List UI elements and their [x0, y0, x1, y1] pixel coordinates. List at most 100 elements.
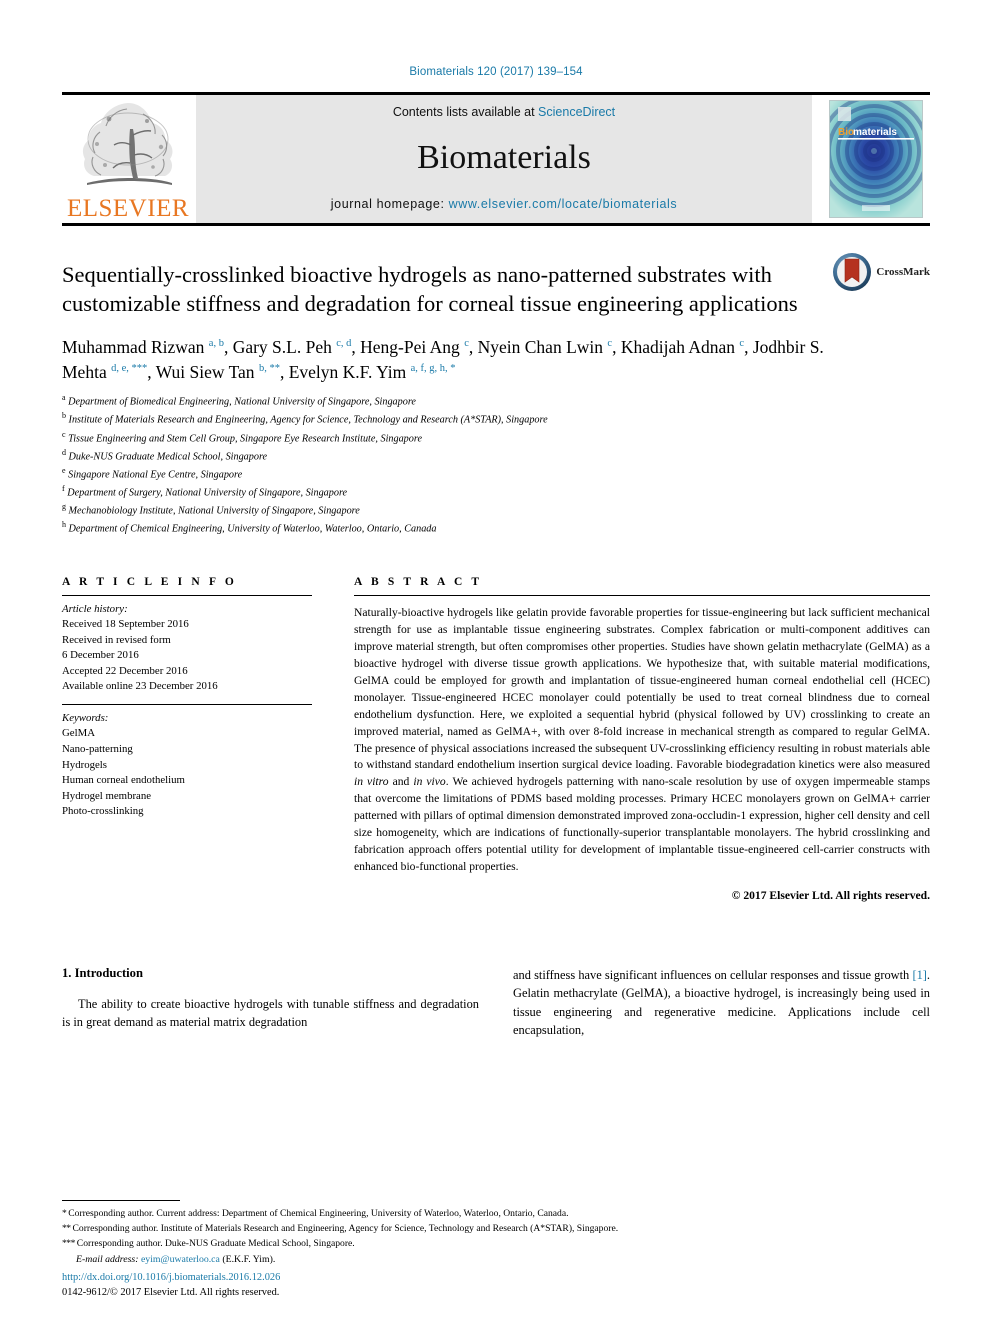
- affiliation-item: a Department of Biomedical Engineering, …: [62, 393, 416, 408]
- abstract-body: Naturally-bioactive hydrogels like gelat…: [354, 596, 930, 877]
- affiliation-marker: c: [62, 429, 66, 439]
- email-label: E-mail address:: [76, 1253, 139, 1265]
- elsevier-tree-icon: [82, 103, 173, 185]
- footnote-marker: **: [62, 1222, 73, 1234]
- journal-homepage-link[interactable]: www.elsevier.com/locate/biomaterials: [449, 197, 678, 211]
- journal-masthead: ELSEVIER Contents lists available at Sci…: [62, 92, 930, 223]
- footnote-marker: *: [62, 1207, 69, 1219]
- article-history-item: 6 December 2016: [62, 649, 139, 662]
- keyword-item: Hydrogel membrane: [62, 789, 152, 802]
- affiliation-marker: a: [62, 393, 66, 403]
- article-history-block: Article history: Received 18 September 2…: [62, 596, 312, 704]
- journal-homepage-prefix: journal homepage:: [330, 197, 449, 211]
- author-name[interactable]: Nyein Chan Lwin: [478, 337, 608, 357]
- issn-copyright: 0142-9612/© 2017 Elsevier Ltd. All right…: [62, 1287, 280, 1299]
- author-name[interactable]: Heng-Pei Ang: [360, 337, 464, 357]
- author-affiliation-marker: c: [739, 337, 745, 349]
- abstract-text: Naturally-bioactive hydrogels like gelat…: [354, 605, 931, 874]
- introduction-heading: 1. Introduction: [62, 966, 143, 981]
- affiliation-item: c Tissue Engineering and Stem Cell Group…: [62, 429, 422, 444]
- crossmark-label: CrossMark: [876, 266, 930, 278]
- footnote-rule: [62, 1199, 180, 1201]
- abstract-italic-term: in vivo: [413, 775, 446, 789]
- affiliation-marker: g: [62, 502, 66, 512]
- author-name[interactable]: Khadijah Adnan: [621, 337, 740, 357]
- keyword-item: GelMA: [62, 727, 95, 740]
- info-abstract-region: A R T I C L E I N F O Article history: R…: [62, 575, 930, 903]
- footnote-lines: * Corresponding author. Current address:…: [62, 1207, 930, 1252]
- elsevier-logo: ELSEVIER: [62, 95, 194, 223]
- article-history-lines: Received 18 September 2016 Received in re…: [62, 617, 312, 695]
- journal-title: Biomaterials: [417, 139, 591, 176]
- footnote-item: * Corresponding author. Current address:…: [62, 1207, 569, 1219]
- footer-block: http://dx.doi.org/10.1016/j.biomaterials…: [62, 1270, 280, 1301]
- author-affiliation-marker: a, b: [208, 337, 224, 349]
- affiliation-item: g Mechanobiology Institute, National Uni…: [62, 502, 360, 517]
- email-line: E-mail address: eyim@uwaterloo.ca (E.K.F…: [62, 1252, 930, 1267]
- biomaterials-cover-icon: Bio materials: [829, 100, 923, 218]
- article-history-item: Available online 23 December 2016: [62, 680, 218, 693]
- email-attribution: (E.K.F. Yim).: [222, 1253, 276, 1265]
- running-head: Biomaterials 120 (2017) 139–154: [409, 66, 583, 78]
- body-column-right: and stiffness have significant influence…: [513, 966, 930, 1038]
- keyword-item: Photo-crosslinking: [62, 805, 144, 818]
- crossmark-badge[interactable]: CrossMark: [832, 252, 930, 292]
- masthead-bottom-rule: [62, 223, 930, 226]
- affiliation-item: h Department of Chemical Engineering, Un…: [62, 520, 437, 535]
- article-info-heading: A R T I C L E I N F O: [62, 575, 237, 588]
- article-info-column: A R T I C L E I N F O Article history: R…: [62, 576, 312, 903]
- abstract-copyright: © 2017 Elsevier Ltd. All rights reserved…: [731, 889, 930, 903]
- author-name[interactable]: Evelyn K.F. Yim: [289, 362, 411, 382]
- journal-homepage-line: journal homepage: www.elsevier.com/locat…: [331, 197, 677, 211]
- author-affiliation-marker: b, **: [258, 363, 280, 375]
- abstract-heading: A B S T R A C T: [354, 575, 483, 588]
- author-affiliation-marker: c: [607, 337, 613, 349]
- footnotes-region: * Corresponding author. Current address:…: [62, 1199, 930, 1267]
- body-columns: 1. Introduction The ability to create bi…: [62, 966, 930, 1038]
- keyword-item: Human corneal endothelium: [62, 774, 185, 787]
- abstract-column: A B S T R A C T Naturally-bioactive hydr…: [354, 575, 930, 903]
- reference-link-1[interactable]: [1]: [912, 968, 926, 982]
- keyword-lines: GelMA Nano-patterning Hydrogels Human corne…: [62, 726, 312, 819]
- body-column-left: 1. Introduction The ability to create bi…: [62, 966, 479, 1038]
- svg-text:Bio: Bio: [838, 127, 854, 138]
- elsevier-wordmark: ELSEVIER: [66, 195, 190, 222]
- affiliation-list: a Department of Biomedical Engineering, …: [62, 392, 930, 537]
- email-address-link[interactable]: eyim@uwaterloo.ca: [141, 1254, 220, 1265]
- keywords-block: Keywords: GelMA Nano-patterning Hydrogels H…: [62, 705, 312, 820]
- affiliation-marker: d: [62, 447, 66, 457]
- affiliation-marker: b: [62, 411, 66, 421]
- contents-available-prefix: Contents lists available at: [392, 105, 539, 119]
- affiliation-item: e Singapore National Eye Centre, Singapo…: [62, 465, 243, 481]
- keywords-title: Keywords:: [62, 711, 109, 724]
- author-name[interactable]: Gary S.L. Peh: [233, 337, 337, 357]
- sciencedirect-link[interactable]: ScienceDirect: [538, 105, 615, 119]
- footnote-item: *** Corresponding author. Duke-NUS Gradu…: [62, 1237, 355, 1249]
- affiliation-item: f Department of Surgery, National Univer…: [62, 484, 348, 499]
- introduction-paragraph-left: The ability to create bioactive hydrogel…: [62, 997, 479, 1030]
- author-affiliation-marker: a, f, g, h, *: [410, 363, 456, 375]
- article-title: Sequentially-crosslinked bioactive hydro…: [62, 262, 798, 317]
- author-name[interactable]: Wui Siew Tan: [156, 362, 259, 382]
- article-history-item: Accepted 22 December 2016: [62, 664, 188, 677]
- crossmark-icon: [833, 253, 872, 291]
- svg-text:materials: materials: [853, 127, 897, 138]
- footnote-marker: ***: [62, 1237, 77, 1249]
- masthead-center-panel: Contents lists available at ScienceDirec…: [196, 95, 812, 223]
- author-name[interactable]: Muhammad Rizwan: [62, 337, 209, 357]
- journal-cover-thumbnail: Bio materials: [822, 95, 930, 223]
- article-page: Biomaterials 120 (2017) 139–154 ELSEVIER…: [0, 0, 992, 1323]
- author-list: Muhammad Rizwan a, b, Gary S.L. Peh c, d…: [62, 336, 824, 382]
- affiliation-marker: h: [62, 520, 66, 530]
- keyword-item: Hydrogels: [62, 758, 107, 771]
- introduction-paragraph-right: and stiffness have significant influence…: [513, 966, 930, 1038]
- doi-link[interactable]: http://dx.doi.org/10.1016/j.biomaterials…: [62, 1270, 280, 1286]
- intro-right-part1: and stiffness have significant influence…: [513, 968, 913, 983]
- footnote-item: ** Corresponding author. Institute of Ma…: [62, 1222, 619, 1234]
- affiliation-marker: f: [62, 484, 65, 494]
- article-history-item: Received in revised form: [62, 633, 171, 646]
- author-affiliation-marker: c, d: [336, 337, 352, 349]
- affiliation-marker: e: [62, 465, 66, 475]
- contents-available-line: Contents lists available at ScienceDirec…: [393, 105, 615, 119]
- article-history-title: Article history:: [62, 602, 128, 615]
